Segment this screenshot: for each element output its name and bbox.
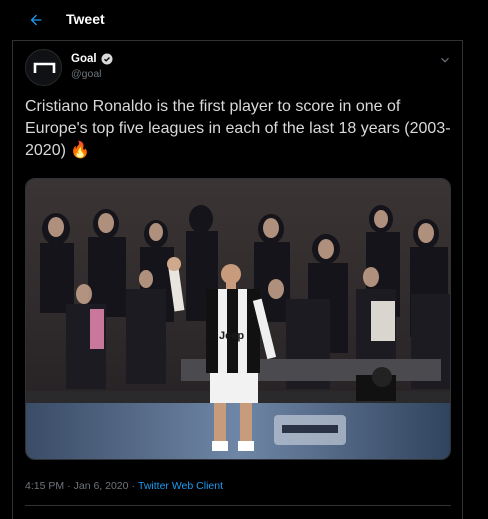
avatar[interactable] — [25, 49, 62, 86]
tweet-photo[interactable]: Jeep — [25, 178, 451, 460]
arrow-left-icon — [30, 14, 42, 26]
tweet-meta: 4:15 PM · Jan 6, 2020 · Twitter Web Client — [25, 480, 223, 492]
page-title: Tweet — [66, 11, 105, 27]
tweet-date[interactable]: Jan 6, 2020 — [74, 480, 129, 492]
verified-badge-icon — [101, 53, 113, 65]
meta-separator: · — [131, 480, 136, 492]
meta-separator: · — [67, 480, 71, 492]
back-button[interactable] — [26, 10, 46, 30]
author-handle[interactable]: @goal — [71, 68, 102, 80]
jersey-sponsor-text: Jeep — [219, 330, 244, 342]
goal-logo-icon — [26, 50, 61, 85]
chevron-down-icon[interactable] — [438, 53, 452, 67]
tweet-client-link[interactable]: Twitter Web Client — [138, 480, 223, 492]
top-bar: Tweet — [0, 0, 488, 40]
tweet-text: Cristiano Ronaldo is the first player to… — [25, 98, 451, 159]
tweet-card: Goal @goal Cristiano Ronaldo is the firs… — [12, 40, 463, 519]
photo-illustration: Jeep — [26, 179, 450, 459]
author-name[interactable]: Goal — [71, 53, 113, 65]
tweet-time[interactable]: 4:15 PM — [25, 480, 64, 492]
divider — [25, 505, 451, 506]
